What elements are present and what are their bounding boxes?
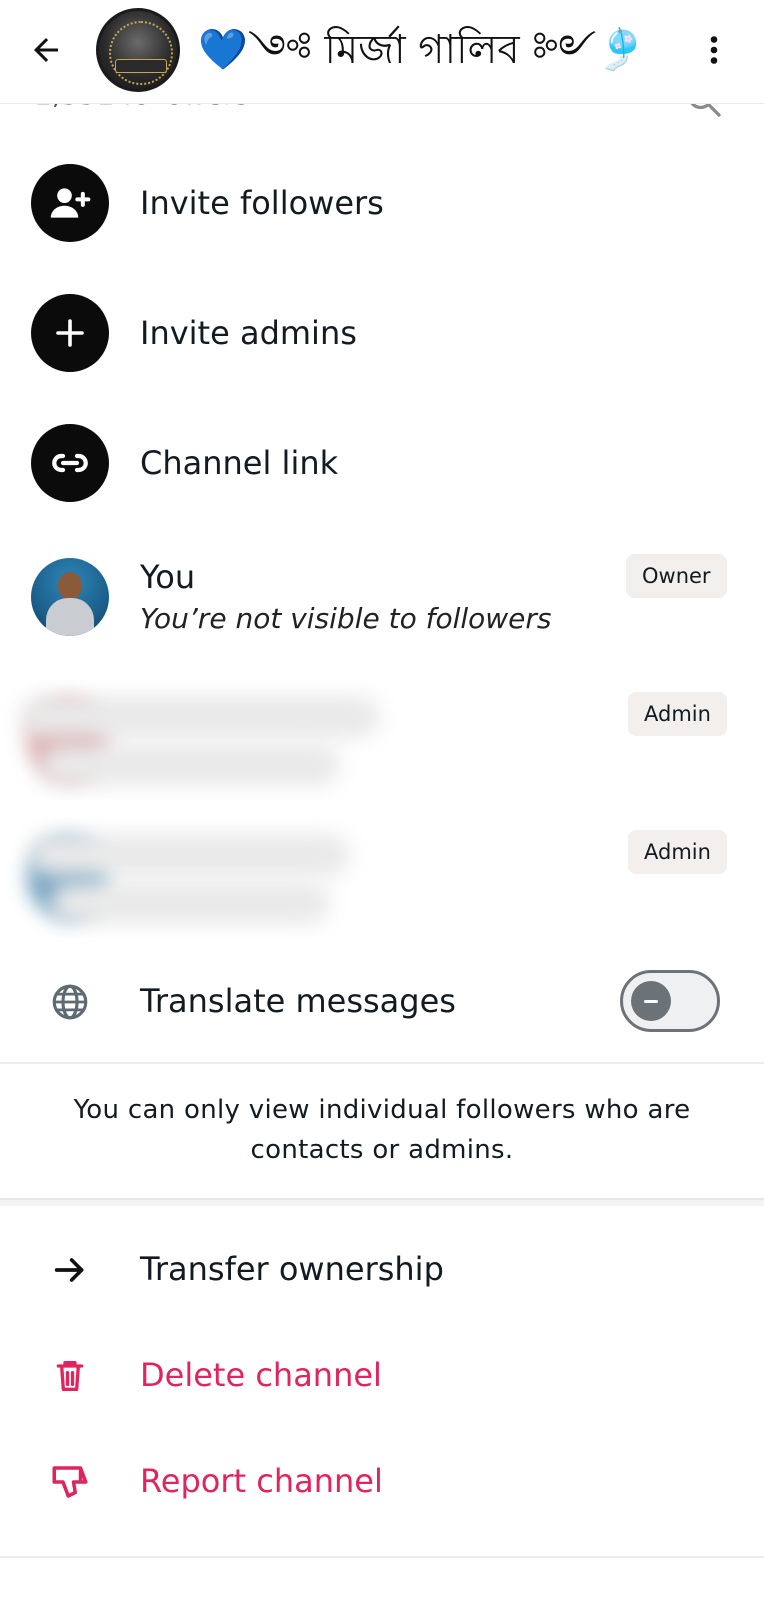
globe-icon: [52, 984, 88, 1020]
back-button[interactable]: [24, 28, 68, 72]
section-divider: [0, 1198, 764, 1206]
owner-role-badge: Owner: [626, 554, 727, 598]
admin-role-badge: Admin: [628, 830, 727, 874]
thumbs-down-icon: [52, 1466, 88, 1498]
avatar-ring: [109, 21, 173, 85]
channel-link-icon-circle: [31, 424, 109, 502]
invite-admins-label: Invite admins: [140, 314, 357, 352]
owner-name: You: [140, 558, 196, 596]
translate-icon-wrap: [44, 976, 96, 1028]
delete-channel-row[interactable]: Delete channel: [0, 1338, 764, 1414]
report-icon-wrap: [44, 1456, 96, 1508]
invite-admins-icon-circle: [31, 294, 109, 372]
invite-admins-row[interactable]: Invite admins: [0, 282, 764, 386]
admin-name-redacted: [30, 834, 350, 876]
channel-link-row[interactable]: Channel link: [0, 412, 764, 516]
admin-name-redacted: [20, 696, 380, 738]
delete-icon-wrap: [44, 1350, 96, 1402]
admin-row[interactable]: Admin: [0, 818, 764, 938]
translate-toggle[interactable]: [620, 970, 720, 1032]
admin-redacted: [0, 818, 600, 938]
avatar: [31, 558, 109, 636]
channel-title[interactable]: 💙༺ মির্জা গালিব ༻🎐: [198, 22, 646, 78]
channel-link-label: Channel link: [140, 444, 339, 482]
admin-subtitle-redacted: [40, 744, 340, 786]
transfer-ownership-row[interactable]: Transfer ownership: [0, 1232, 764, 1308]
avatar-head: [58, 572, 82, 600]
add-person-icon: [50, 188, 91, 218]
channel-avatar[interactable]: [96, 8, 180, 92]
avatar-badge: [115, 59, 167, 73]
app-header: 💙༺ মির্জা গালিব ༻🎐: [0, 0, 764, 104]
arrow-right-icon: [54, 1258, 84, 1282]
owner-row[interactable]: You You’re not visible to followers Owne…: [0, 540, 764, 656]
plus-icon: [56, 319, 84, 347]
toggle-knob: [631, 981, 671, 1021]
transfer-icon-wrap: [44, 1244, 96, 1296]
report-channel-label: Report channel: [140, 1462, 383, 1500]
bottom-divider: [0, 1556, 764, 1558]
transfer-ownership-label: Transfer ownership: [140, 1250, 444, 1288]
owner-subtitle: You’re not visible to followers: [140, 602, 552, 635]
invite-followers-icon-circle: [31, 164, 109, 242]
admin-subtitle-redacted: [50, 882, 330, 924]
invite-followers-label: Invite followers: [140, 184, 384, 222]
admin-row[interactable]: Admin: [0, 680, 764, 800]
invite-followers-row[interactable]: Invite followers: [0, 152, 764, 256]
more-vertical-icon: [710, 36, 718, 64]
report-channel-row[interactable]: Report channel: [0, 1444, 764, 1520]
translate-messages-label: Translate messages: [140, 982, 456, 1020]
delete-channel-label: Delete channel: [140, 1356, 382, 1394]
more-options-button[interactable]: [692, 28, 736, 72]
link-icon: [52, 453, 88, 473]
followers-visibility-note: You can only view individual followers w…: [73, 1095, 691, 1165]
admin-role-badge: Admin: [628, 692, 727, 736]
arrow-left-icon: [34, 38, 58, 62]
avatar-body: [46, 598, 94, 636]
section-divider: [0, 1062, 764, 1064]
admin-redacted: [0, 680, 600, 800]
trash-icon: [56, 1361, 84, 1391]
